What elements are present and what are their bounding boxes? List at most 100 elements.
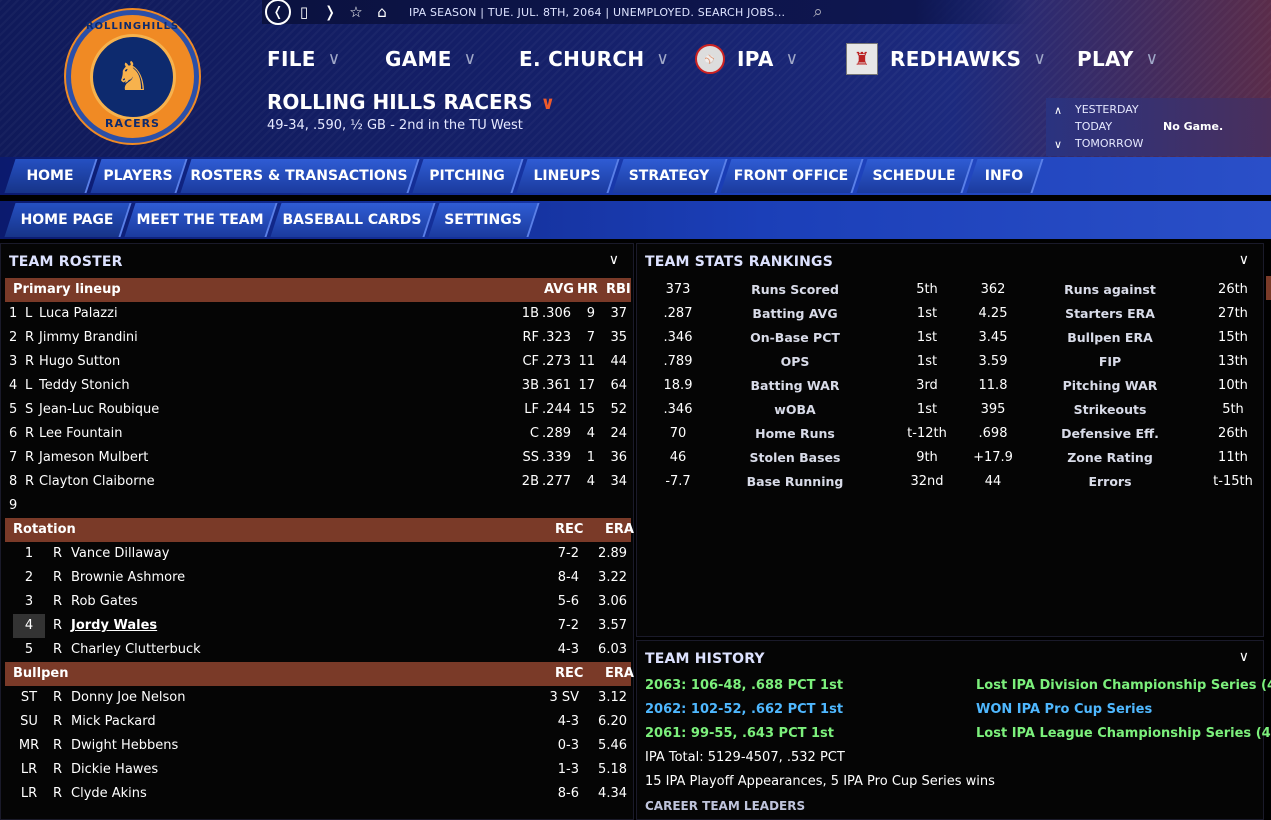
stat-value[interactable]: .789 — [618, 354, 738, 369]
history-playoff-result[interactable]: Lost IPA League Championship Series (4-3… — [976, 726, 1271, 741]
lineup-row[interactable]: 8 R Clayton Claiborne 2B .277 4 34 — [5, 470, 631, 494]
history-playoff-result[interactable]: Lost IPA Division Championship Series (4… — [976, 678, 1271, 693]
tab-info[interactable]: INFO — [966, 159, 1044, 193]
stat-value[interactable]: .287 — [618, 306, 738, 321]
batting-avg: .277 — [542, 474, 571, 489]
tab-baseball-cards[interactable]: BASEBALL CARDS — [270, 203, 436, 237]
yesterday-button[interactable]: YESTERDAY — [1075, 103, 1139, 116]
stat-value[interactable]: 362 — [933, 282, 1053, 297]
stat-value[interactable]: .698 — [933, 426, 1053, 441]
stat-value[interactable]: 395 — [933, 402, 1053, 417]
forward-icon[interactable]: ❭ — [317, 0, 343, 24]
stat-rank[interactable]: 10th — [1173, 378, 1271, 393]
menu-game[interactable]: GAME ∨ — [385, 44, 476, 74]
lineup-row[interactable]: 9 — [5, 494, 631, 518]
rotation-row[interactable]: 5 R Charley Clutterbuck 4-3 6.03 — [5, 638, 631, 662]
stat-rank[interactable]: 13th — [1173, 354, 1271, 369]
history-season[interactable]: 2061: 99-55, .643 PCT 1st — [645, 726, 834, 741]
history-playoff-result[interactable]: WON IPA Pro Cup Series — [976, 702, 1152, 717]
stat-rank[interactable]: 27th — [1173, 306, 1271, 321]
throws-hand: R — [53, 690, 63, 705]
pitcher-role: MR — [18, 738, 40, 753]
today-button[interactable]: TODAY — [1075, 120, 1112, 133]
rotation-row[interactable]: 4 R Jordy Wales 7-2 3.57 — [5, 614, 631, 638]
tab-settings[interactable]: SETTINGS — [428, 203, 540, 237]
batting-avg: .244 — [542, 402, 571, 417]
stat-rank[interactable]: 5th — [1173, 402, 1271, 417]
stat-value[interactable]: 46 — [618, 450, 738, 465]
tab-schedule[interactable]: SCHEDULE — [856, 159, 974, 193]
bullpen-row[interactable]: LR R Clyde Akins 8-6 4.34 — [5, 782, 631, 806]
stat-value[interactable]: 11.8 — [933, 378, 1053, 393]
page-icon[interactable]: ▯ — [291, 0, 317, 24]
chevron-down-icon[interactable]: ∨ — [1239, 252, 1249, 268]
tab-lineups[interactable]: LINEUPS — [516, 159, 620, 193]
home-icon[interactable]: ⌂ — [369, 0, 395, 24]
stat-rank[interactable]: 15th — [1173, 330, 1271, 345]
rotation-header-label: Rotation — [13, 522, 76, 537]
lineup-row[interactable]: 6 R Lee Fountain C .289 4 24 — [5, 422, 631, 446]
stat-value[interactable]: 3.45 — [933, 330, 1053, 345]
stat-rank[interactable]: 26th — [1173, 282, 1271, 297]
stat-value[interactable]: 18.9 — [618, 378, 738, 393]
stat-value[interactable]: +17.9 — [933, 450, 1053, 465]
tomorrow-button[interactable]: TOMORROW — [1075, 137, 1143, 150]
team-name[interactable]: ROLLING HILLS RACERS ∨ — [267, 90, 555, 114]
chevron-down-icon[interactable]: ∨ — [1054, 138, 1062, 151]
tab-front-office[interactable]: FRONT OFFICE — [720, 159, 864, 193]
stat-value[interactable]: 44 — [933, 474, 1053, 489]
home-runs: 4 — [586, 426, 595, 441]
menu-play[interactable]: PLAY ∨ — [1077, 44, 1158, 74]
lineup-row[interactable]: 5 S Jean-Luc Roubique LF .244 15 52 — [5, 398, 631, 422]
game-info[interactable]: IPA SEASON | TUE. JUL. 8TH, 2064 | UNEMP… — [409, 6, 785, 19]
bullpen-row[interactable]: ST R Donny Joe Nelson 3 SV 3.12 — [5, 686, 631, 710]
stat-value[interactable]: .346 — [618, 402, 738, 417]
menu-ipa[interactable]: ⚾ IPA ∨ — [695, 44, 798, 74]
back-icon[interactable]: ❬ — [265, 0, 291, 25]
rotation-row[interactable]: 2 R Brownie Ashmore 8-4 3.22 — [5, 566, 631, 590]
pitcher-record: 8-4 — [557, 570, 579, 585]
lineup-row[interactable]: 1 L Luca Palazzi 1B .306 9 37 — [5, 302, 631, 326]
tab-pitching[interactable]: PITCHING — [412, 159, 524, 193]
history-season[interactable]: 2062: 102-52, .662 PCT 1st — [645, 702, 843, 717]
team-logo[interactable]: ROLLINGHILLS ♞ RACERS — [66, 10, 199, 143]
menu-redhawks[interactable]: ♜ REDHAWKS ∨ — [846, 43, 1046, 75]
stat-rank[interactable]: t-15th — [1173, 474, 1271, 489]
rotation-row[interactable]: 3 R Rob Gates 5-6 3.06 — [5, 590, 631, 614]
main-tabs: HOME PLAYERS ROSTERS & TRANSACTIONS PITC… — [0, 157, 1271, 195]
stat-value[interactable]: 70 — [618, 426, 738, 441]
pitcher-name: Charley Clutterbuck — [71, 642, 201, 657]
player-name: Jean-Luc Roubique — [39, 402, 160, 417]
history-season[interactable]: 2063: 106-48, .688 PCT 1st — [645, 678, 843, 693]
lineup-row[interactable]: 3 R Hugo Sutton CF .273 11 44 — [5, 350, 631, 374]
pitcher-record: 1-3 — [557, 762, 579, 777]
stat-rank[interactable]: 26th — [1173, 426, 1271, 441]
star-icon[interactable]: ☆ — [343, 0, 369, 24]
bullpen-row[interactable]: SU R Mick Packard 4-3 6.20 — [5, 710, 631, 734]
lineup-row[interactable]: 2 R Jimmy Brandini RF .323 7 35 — [5, 326, 631, 350]
bullpen-row[interactable]: LR R Dickie Hawes 1-3 5.18 — [5, 758, 631, 782]
stat-value[interactable]: 4.25 — [933, 306, 1053, 321]
stat-rank[interactable]: 11th — [1173, 450, 1271, 465]
tab-meet-the-team[interactable]: MEET THE TEAM — [124, 203, 278, 237]
search-icon[interactable]: ⌕ — [813, 2, 823, 22]
menu-church[interactable]: E. CHURCH ∨ — [519, 44, 669, 74]
chevron-up-icon[interactable]: ∧ — [1054, 104, 1062, 117]
chevron-down-icon[interactable]: ∨ — [1239, 649, 1249, 665]
bullpen-row[interactable]: MR R Dwight Hebbens 0-3 5.46 — [5, 734, 631, 758]
pitcher-name: Mick Packard — [71, 714, 156, 729]
tab-home[interactable]: HOME — [4, 159, 98, 193]
tab-home-page[interactable]: HOME PAGE — [4, 203, 132, 237]
stat-value[interactable]: .346 — [618, 330, 738, 345]
stat-value[interactable]: -7.7 — [618, 474, 738, 489]
chevron-down-icon[interactable]: ∨ — [609, 252, 619, 268]
lineup-row[interactable]: 7 R Jameson Mulbert SS .339 1 36 — [5, 446, 631, 470]
tab-strategy[interactable]: STRATEGY — [612, 159, 728, 193]
rotation-row[interactable]: 1 R Vance Dillaway 7-2 2.89 — [5, 542, 631, 566]
lineup-row[interactable]: 4 L Teddy Stonich 3B .361 17 64 — [5, 374, 631, 398]
menu-file[interactable]: FILE ∨ — [267, 44, 340, 74]
tab-players[interactable]: PLAYERS — [90, 159, 188, 193]
tab-rosters[interactable]: ROSTERS & TRANSACTIONS — [180, 159, 420, 193]
stat-value[interactable]: 3.59 — [933, 354, 1053, 369]
stat-value[interactable]: 373 — [618, 282, 738, 297]
